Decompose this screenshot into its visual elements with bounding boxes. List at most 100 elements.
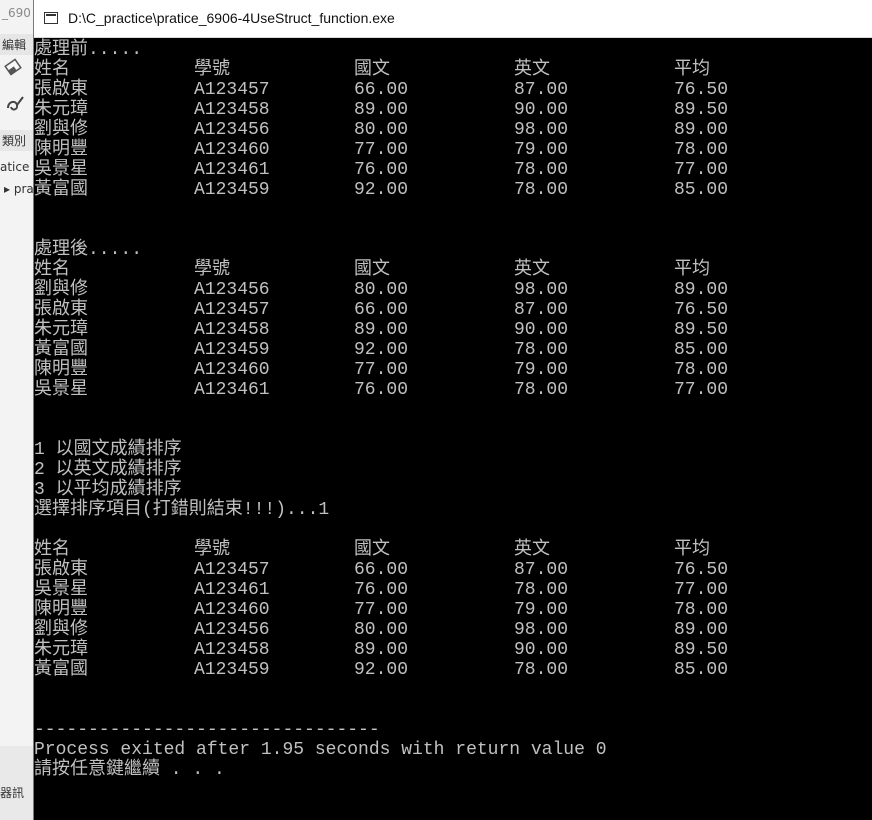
table-cell: 77.00 bbox=[674, 380, 729, 400]
table-header-cell: 姓名 bbox=[34, 540, 70, 560]
table-header-cell: 國文 bbox=[354, 60, 390, 80]
table-row: 黃富國 A123459 92.00 78.00 85.00 bbox=[34, 660, 872, 680]
table-header-cell: 學號 bbox=[194, 540, 230, 560]
table-cell: A123459 bbox=[194, 660, 270, 680]
table-header-cell: 學號 bbox=[194, 260, 230, 280]
table-cell: 劉與修 bbox=[34, 120, 88, 140]
table-cell: 77.00 bbox=[354, 600, 409, 620]
table-row: 張啟東 A123457 66.00 87.00 76.50 bbox=[34, 560, 872, 580]
table-cell: 黃富國 bbox=[34, 340, 88, 360]
table-cell: 76.50 bbox=[674, 80, 729, 100]
ide-menu-edit[interactable]: 編輯 bbox=[0, 34, 34, 55]
ide-compiler-tab[interactable]: 器訊 bbox=[0, 784, 24, 801]
table-cell: 98.00 bbox=[514, 280, 569, 300]
ide-tab-class[interactable]: 類別 bbox=[0, 130, 34, 151]
table-cell: 85.00 bbox=[674, 340, 729, 360]
table-cell: 66.00 bbox=[354, 560, 409, 580]
table-cell: 92.00 bbox=[354, 660, 409, 680]
table-cell: 朱元璋 bbox=[34, 640, 88, 660]
table-cell: 89.50 bbox=[674, 640, 729, 660]
table-header-row: 姓名 學號 國文 英文 平均 bbox=[34, 260, 872, 280]
table-cell: 吳景星 bbox=[34, 380, 88, 400]
table-cell: 78.00 bbox=[514, 660, 569, 680]
title-bar[interactable]: D:\C_practice\pratice_6906-4UseStruct_fu… bbox=[34, 0, 872, 38]
after-table: 姓名 學號 國文 英文 平均 劉與修 A123456 80.00 98.00 89.00 張啟東 A1… bbox=[34, 260, 872, 400]
table-cell: A123461 bbox=[194, 380, 270, 400]
table-cell: 79.00 bbox=[514, 360, 569, 380]
table-cell: 79.00 bbox=[514, 600, 569, 620]
table-cell: A123460 bbox=[194, 360, 270, 380]
console-app-icon bbox=[44, 12, 58, 24]
table-cell: 76.00 bbox=[354, 380, 409, 400]
table-cell: 98.00 bbox=[514, 620, 569, 640]
table-cell: 80.00 bbox=[354, 280, 409, 300]
table-cell: 85.00 bbox=[674, 180, 729, 200]
table-header-cell: 英文 bbox=[514, 260, 550, 280]
table-cell: A123460 bbox=[194, 140, 270, 160]
table-header-cell: 英文 bbox=[514, 60, 550, 80]
exit-message: Process exited after 1.95 seconds with r… bbox=[34, 740, 607, 760]
table-row: 朱元璋 A123458 89.00 90.00 89.50 bbox=[34, 640, 872, 660]
table-cell: 劉與修 bbox=[34, 280, 88, 300]
table-cell: 陳明豐 bbox=[34, 140, 88, 160]
background-ide-window: _690 編輯 類別 atice ▸ pra 器訊 bbox=[0, 0, 34, 820]
press-any-key-message: 請按任意鍵繼續 . . . bbox=[34, 760, 225, 780]
table-row: 劉與修 A123456 80.00 98.00 89.00 bbox=[34, 620, 872, 640]
table-row: 張啟東 A123457 66.00 87.00 76.50 bbox=[34, 300, 872, 320]
menu-option-2: 2 以英文成績排序 bbox=[34, 460, 182, 480]
table-cell: 張啟東 bbox=[34, 80, 88, 100]
table-cell: 吳景星 bbox=[34, 160, 88, 180]
eraser-icon[interactable] bbox=[2, 56, 28, 80]
table-cell: 98.00 bbox=[514, 120, 569, 140]
table-cell: 張啟東 bbox=[34, 300, 88, 320]
table-row: 張啟東 A123457 66.00 87.00 76.50 bbox=[34, 80, 872, 100]
table-cell: 89.00 bbox=[354, 100, 409, 120]
table-cell: 85.00 bbox=[674, 660, 729, 680]
window-title: D:\C_practice\pratice_6906-4UseStruct_fu… bbox=[68, 10, 395, 26]
table-cell: 77.00 bbox=[354, 140, 409, 160]
table-header-cell: 學號 bbox=[194, 60, 230, 80]
table-cell: 吳景星 bbox=[34, 580, 88, 600]
table-cell: 78.00 bbox=[514, 580, 569, 600]
table-cell: 78.00 bbox=[674, 600, 729, 620]
ide-project-item[interactable]: atice bbox=[0, 160, 29, 174]
table-cell: 76.00 bbox=[354, 580, 409, 600]
table-cell: 劉與修 bbox=[34, 620, 88, 640]
console-output[interactable]: 處理前..... 姓名 學號 國文 英文 平均 張啟東 A123457 66.00 87.00 7… bbox=[34, 40, 872, 820]
table-row: 朱元璋 A123458 89.00 90.00 89.50 bbox=[34, 100, 872, 120]
table-cell: 89.00 bbox=[674, 280, 729, 300]
table-cell: 78.00 bbox=[674, 360, 729, 380]
table-header-cell: 姓名 bbox=[34, 260, 70, 280]
table-cell: 80.00 bbox=[354, 620, 409, 640]
table-header-cell: 國文 bbox=[354, 260, 390, 280]
ide-tree-item[interactable]: ▸ pra bbox=[4, 182, 34, 196]
menu-option-1: 1 以國文成績排序 bbox=[34, 440, 182, 460]
table-cell: 77.00 bbox=[354, 360, 409, 380]
table-header-cell: 平均 bbox=[674, 60, 710, 80]
table-cell: 90.00 bbox=[514, 640, 569, 660]
table-row: 吳景星 A123461 76.00 78.00 77.00 bbox=[34, 380, 872, 400]
table-header-cell: 姓名 bbox=[34, 60, 70, 80]
table-cell: 89.00 bbox=[354, 640, 409, 660]
sort-prompt: 選擇排序項目(打錯則結束!!!)...1 bbox=[34, 500, 330, 520]
table-cell: A123457 bbox=[194, 560, 270, 580]
hook-icon[interactable] bbox=[2, 92, 28, 116]
table-cell: A123461 bbox=[194, 160, 270, 180]
table-row: 陳明豐 A123460 77.00 79.00 78.00 bbox=[34, 360, 872, 380]
table-cell: 89.00 bbox=[354, 320, 409, 340]
table-cell: 79.00 bbox=[514, 140, 569, 160]
table-header-cell: 平均 bbox=[674, 540, 710, 560]
table-cell: A123456 bbox=[194, 120, 270, 140]
table-row: 陳明豐 A123460 77.00 79.00 78.00 bbox=[34, 600, 872, 620]
table-cell: A123456 bbox=[194, 280, 270, 300]
table-cell: A123459 bbox=[194, 340, 270, 360]
table-cell: 78.00 bbox=[514, 160, 569, 180]
table-header-row: 姓名 學號 國文 英文 平均 bbox=[34, 540, 872, 560]
table-cell: 朱元璋 bbox=[34, 100, 88, 120]
table-cell: 92.00 bbox=[354, 180, 409, 200]
table-cell: A123457 bbox=[194, 80, 270, 100]
table-cell: 78.00 bbox=[674, 140, 729, 160]
console-window[interactable]: D:\C_practice\pratice_6906-4UseStruct_fu… bbox=[34, 0, 872, 820]
